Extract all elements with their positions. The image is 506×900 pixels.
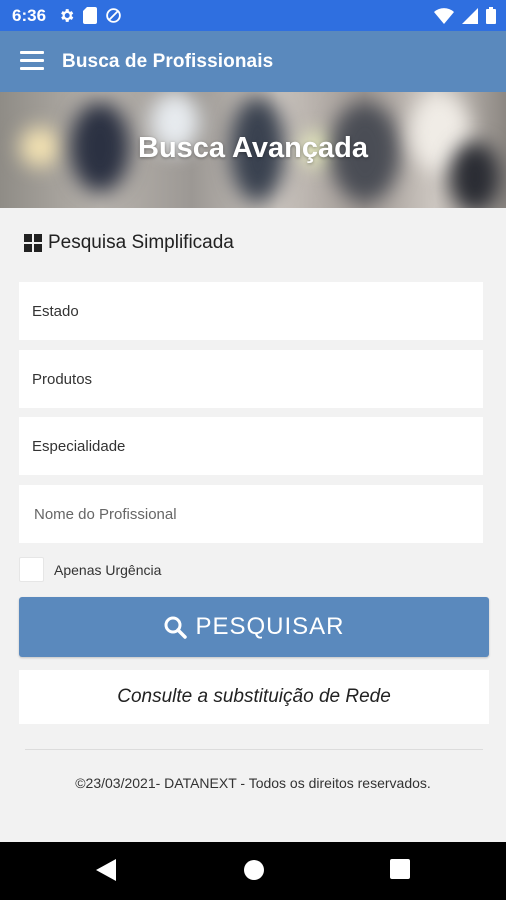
search-icon — [163, 615, 188, 639]
section-title: Pesquisa Simplificada — [48, 232, 234, 253]
status-bar: 6:36 — [0, 0, 506, 31]
produtos-select[interactable]: Produtos — [19, 350, 483, 408]
grid-icon — [24, 234, 42, 252]
footer-copyright: ©23/03/2021- DATANEXT - Todos os direito… — [75, 775, 431, 791]
especialidade-select[interactable]: Especialidade — [19, 417, 483, 475]
nome-profissional-field[interactable] — [19, 485, 483, 543]
app-bar: Busca de Profissionais — [0, 31, 506, 92]
urgencia-label: Apenas Urgência — [54, 561, 162, 578]
rede-substitution-button[interactable]: Consulte a substituição de Rede — [19, 670, 489, 724]
hero-title: Busca Avançada — [138, 132, 368, 164]
search-button-label: PESQUISAR — [195, 613, 345, 640]
rede-substitution-label: Consulte a substituição de Rede — [117, 686, 391, 707]
estado-value: Estado — [32, 302, 79, 320]
hero-banner: Busca Avançada — [0, 92, 506, 208]
back-icon[interactable] — [96, 859, 116, 886]
especialidade-value: Especialidade — [32, 437, 126, 455]
home-icon[interactable] — [243, 859, 265, 886]
navigation-bar — [0, 842, 506, 900]
wifi-icon — [434, 7, 454, 24]
sd-card-icon — [83, 7, 97, 24]
battery-icon — [486, 7, 496, 24]
produtos-value: Produtos — [32, 370, 93, 388]
section-header: Pesquisa Simplificada — [24, 232, 234, 254]
data-saver-icon — [105, 7, 122, 24]
nome-profissional-input[interactable] — [32, 504, 470, 524]
divider — [25, 749, 483, 750]
status-time: 6:36 — [12, 6, 47, 25]
gear-icon — [58, 7, 75, 24]
recents-icon[interactable] — [390, 859, 410, 884]
signal-icon — [462, 7, 478, 24]
app-title: Busca de Profissionais — [62, 51, 274, 72]
urgencia-checkbox[interactable] — [19, 557, 44, 582]
urgencia-row: Apenas Urgência — [19, 557, 161, 582]
menu-icon[interactable] — [20, 51, 44, 71]
estado-select[interactable]: Estado — [19, 282, 483, 340]
search-button[interactable]: PESQUISAR — [19, 597, 489, 657]
